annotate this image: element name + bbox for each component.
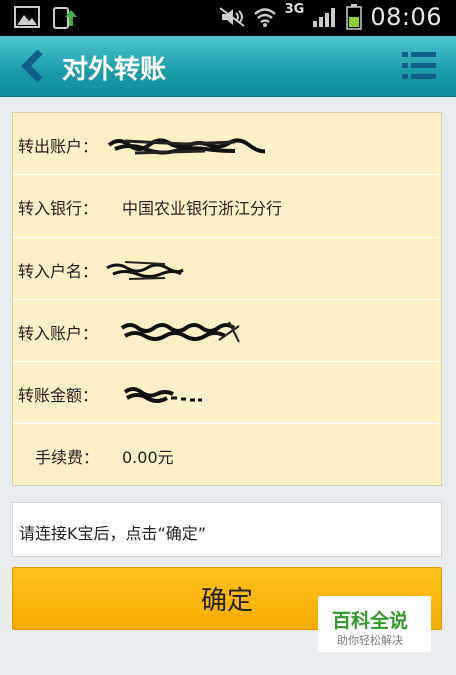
- redacted-scribble: [106, 260, 184, 280]
- battery-icon: [346, 4, 363, 30]
- redacted-scribble: [120, 321, 240, 343]
- redacted-scribble: [107, 138, 265, 155]
- hint-box: 请连接K宝后，点击“确定”: [12, 502, 442, 557]
- watermark-subtitle: 助你轻松解决: [337, 634, 403, 647]
- wifi-icon: [253, 8, 276, 27]
- row-destination-account: 转入账户：: [13, 300, 441, 363]
- back-arrow-icon[interactable]: [16, 49, 50, 83]
- gallery-icon: [14, 6, 40, 28]
- signal-icon: [313, 8, 336, 27]
- row-destination-bank: 转入银行： 中国农业银行浙江分行: [13, 175, 441, 238]
- confirm-button-label: 确定: [200, 586, 253, 616]
- fee-label: 手续费：: [35, 448, 100, 468]
- network-type-label: 3G: [284, 1, 305, 17]
- download-complete-icon: [53, 7, 77, 29]
- redacted-scribble: [123, 387, 202, 404]
- page-title: 对外转账: [62, 55, 167, 85]
- row-payee-name: 转入户名：: [13, 238, 441, 300]
- destination-bank-value: 中国农业银行浙江分行: [122, 199, 283, 219]
- status-bar: 3G 08:06: [0, 0, 456, 36]
- payee-name-label: 转入户名：: [18, 261, 99, 281]
- hint-text: 请连接K宝后，点击“确定”: [19, 524, 207, 543]
- mute-icon: [219, 7, 245, 27]
- title-bar: 对外转账: [0, 36, 456, 97]
- row-amount: 转账金额：: [13, 362, 441, 425]
- menu-icon[interactable]: [402, 50, 436, 82]
- clock: 08:06: [370, 3, 442, 31]
- status-bar-notifications: [14, 6, 78, 30]
- fee-value: 0.00元: [122, 448, 174, 468]
- row-source-account: 转出账户：: [13, 113, 441, 176]
- row-fee: 手续费： 0.00元: [13, 424, 441, 486]
- status-bar-system: 3G 08:06: [219, 1, 442, 31]
- transfer-info-card: 转出账户： 转入银行： 中国农业银行浙江分行 转入户名： 转入账户： 转账金额：…: [12, 112, 442, 486]
- destination-account-label: 转入账户：: [18, 323, 99, 343]
- source-account-label: 转出账户：: [18, 137, 99, 156]
- destination-bank-label: 转入银行：: [18, 199, 99, 219]
- amount-label: 转账金额：: [18, 386, 99, 406]
- watermark-title: 百科全说: [332, 610, 409, 632]
- watermark-logo: 百科全说 助你轻松解决: [318, 596, 431, 652]
